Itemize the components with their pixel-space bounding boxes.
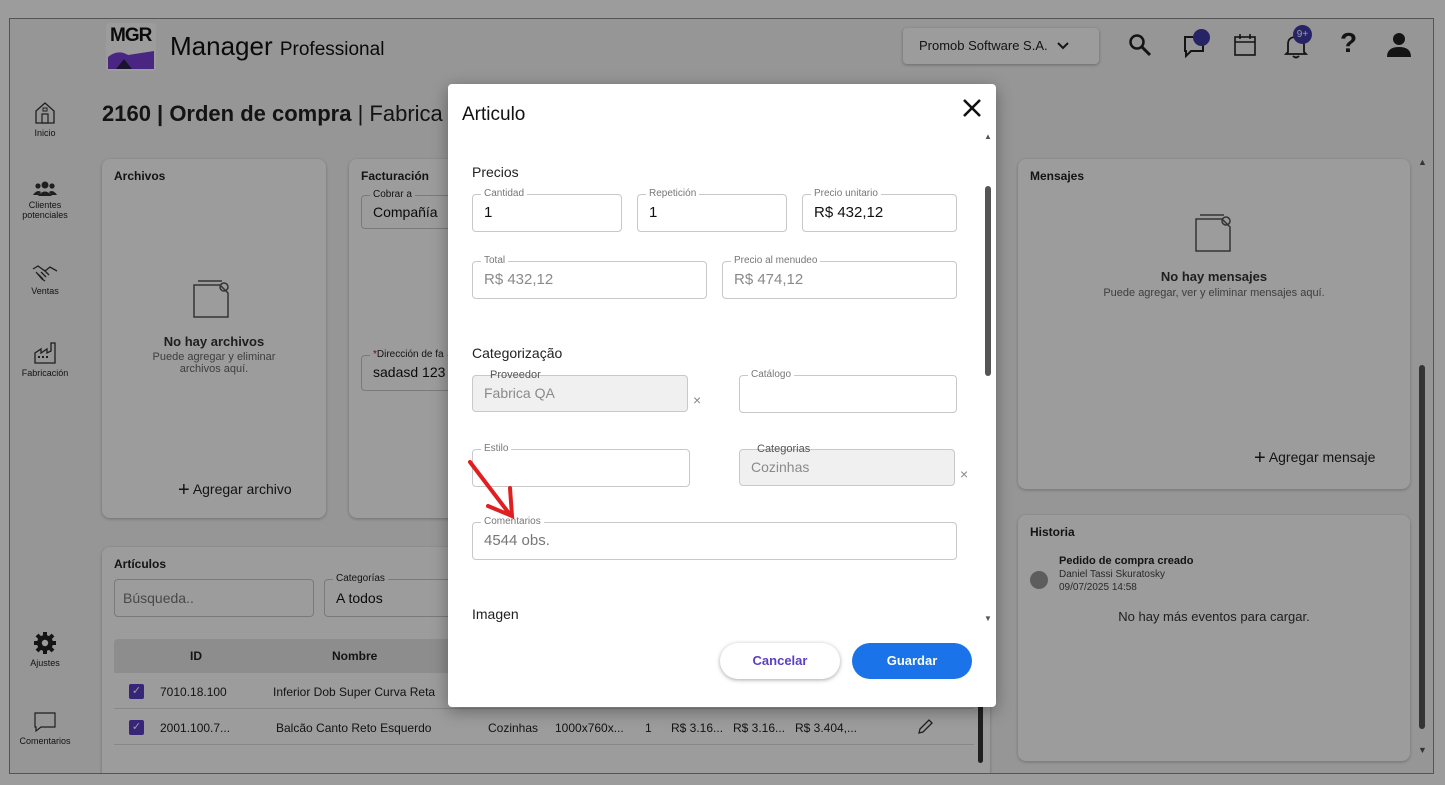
modal-scrollbar[interactable] — [985, 186, 991, 376]
modal-scroll-down[interactable]: ▼ — [984, 614, 992, 623]
repetition-input[interactable]: Repetición 1 — [637, 188, 787, 232]
save-button[interactable]: Guardar — [852, 643, 972, 679]
modal-scroll-up[interactable]: ▲ — [984, 132, 992, 141]
image-section-title: Imagen — [472, 606, 519, 622]
clear-categories-icon[interactable]: × — [960, 466, 968, 482]
cancel-button[interactable]: Cancelar — [720, 643, 840, 679]
clear-supplier-icon[interactable]: × — [693, 392, 701, 408]
categorization-section-title: Categorização — [472, 345, 563, 361]
unit-price-input[interactable]: Precio unitario R$ 432,12 — [802, 188, 957, 232]
comments-input[interactable]: Comentarios 4544 obs. — [472, 516, 957, 560]
catalog-input[interactable]: Catálogo — [739, 369, 957, 413]
quantity-input[interactable]: Cantidad 1 — [472, 188, 622, 232]
article-modal: Articulo Precios Cantidad 1 Repetición 1… — [448, 84, 996, 707]
categories-field: Categorias Cozinhas — [739, 443, 955, 486]
modal-title: Articulo — [462, 104, 526, 125]
supplier-field: Proveedor Fabrica QA — [472, 369, 688, 412]
retail-price-field: Precio al menudeo R$ 474,12 — [722, 255, 957, 299]
prices-section-title: Precios — [472, 164, 519, 180]
red-arrow-annotation — [468, 460, 515, 520]
total-field: Total R$ 432,12 — [472, 255, 707, 299]
close-icon[interactable] — [962, 98, 982, 118]
